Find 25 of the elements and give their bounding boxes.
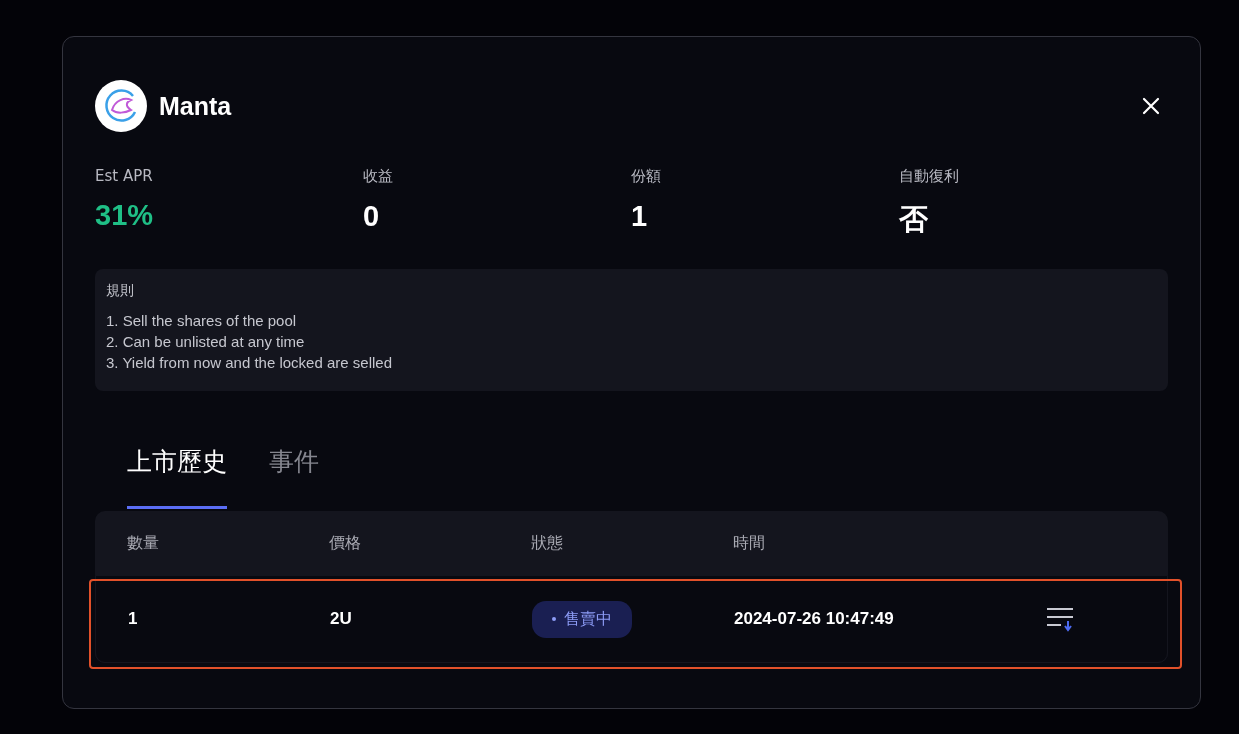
- column-header: 時間: [733, 532, 766, 554]
- column-header: 價格: [329, 532, 362, 554]
- close-icon[interactable]: [1142, 97, 1160, 115]
- stat-value: 否: [899, 202, 928, 237]
- stat-label: Est APR: [95, 167, 153, 185]
- status-badge: 售賣中: [532, 600, 632, 638]
- sort-list-icon[interactable]: [1046, 605, 1074, 633]
- stat-value: 0: [363, 200, 380, 233]
- stat-label: 自動復利: [899, 167, 959, 186]
- stat-value: 31%: [95, 199, 154, 232]
- table-cell-text: 1: [128, 609, 139, 629]
- stat-label: 份額: [631, 167, 661, 186]
- logo-icon: [95, 80, 147, 132]
- rule-line: 2. Can be unlisted at any time: [106, 332, 305, 352]
- table-cell-text: 2U: [330, 609, 353, 629]
- rule-line: 1. Sell the shares of the pool: [106, 311, 297, 331]
- stat-label: 收益: [363, 167, 393, 186]
- rule-line: 3. Yield from now and the locked are selled: [106, 353, 392, 373]
- column-header: 數量: [127, 532, 160, 554]
- rules-title: 規則: [106, 282, 134, 300]
- column-header: 狀態: [531, 532, 564, 554]
- stat-value: 1: [631, 200, 648, 233]
- table-cell-text: 2024-07-26 10:47:49: [734, 609, 895, 629]
- modal-title: Manta: [159, 91, 233, 121]
- tab[interactable]: 事件: [269, 439, 319, 509]
